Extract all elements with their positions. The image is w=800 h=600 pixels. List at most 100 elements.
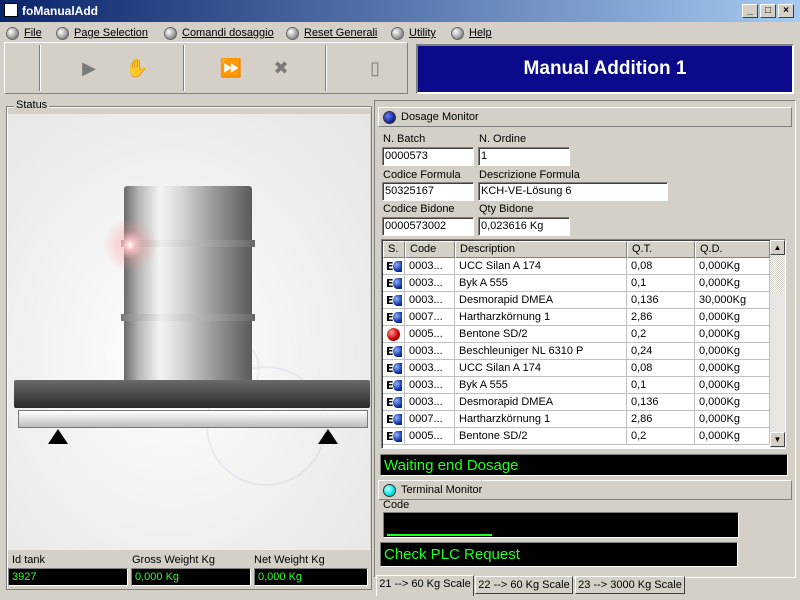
menu-file[interactable]: File — [6, 25, 42, 41]
column-header-qt[interactable]: Q.T. — [627, 241, 695, 258]
scale-beam — [18, 410, 368, 428]
row-description: Hartharzkörnung 1 — [455, 411, 627, 428]
row-qt: 0,136 — [627, 394, 695, 411]
table-row[interactable]: E 0003... Desmorapid DMEA 0,136 30,000Kg — [383, 292, 770, 309]
menu-reset-generali[interactable]: Reset Generali — [286, 25, 377, 41]
menu-bullet-icon — [164, 26, 177, 40]
tab-scale-21[interactable]: 21 --> 60 Kg Scale — [376, 575, 474, 596]
scroll-up-icon[interactable]: ▲ — [770, 240, 785, 255]
row-status-cell: E — [383, 394, 405, 411]
terminal-code-label: Code — [383, 499, 410, 511]
menu-help[interactable]: Help — [451, 25, 492, 41]
terminal-monitor-title: Terminal Monitor — [401, 484, 483, 496]
tab-scale-22[interactable]: 22 --> 60 Kg Scale — [475, 576, 573, 594]
formula-code-field[interactable]: 50325167 — [382, 182, 474, 201]
dosage-monitor-title: Dosage Monitor — [401, 111, 479, 123]
exit-door-icon[interactable]: ▯ — [361, 55, 389, 81]
fast-forward-icon[interactable]: ⏩ — [217, 55, 245, 81]
row-status-cell — [383, 326, 405, 343]
dosage-status-message: Waiting end Dosage — [380, 454, 788, 476]
menu-label: Reset Generali — [304, 27, 378, 39]
table-row[interactable]: E 0003... UCC Silan A 174 0,08 0,000Kg — [383, 258, 770, 275]
menu-comandi-dosaggio[interactable]: Comandi dosaggio — [164, 25, 274, 41]
scroll-track[interactable] — [770, 255, 785, 293]
tab-scale-23[interactable]: 23 --> 3000 Kg Scale — [575, 576, 685, 594]
row-qt: 0,136 — [627, 292, 695, 309]
row-description: Bentone SD/2 — [455, 326, 627, 343]
row-status-cell: E — [383, 377, 405, 394]
table-row[interactable]: E 0003... Byk A 555 0,1 0,000Kg — [383, 275, 770, 292]
menu-bullet-icon — [286, 26, 299, 40]
minimize-icon[interactable]: _ — [742, 4, 758, 18]
row-description: Desmorapid DMEA — [455, 394, 627, 411]
row-status-cell: E — [383, 428, 405, 445]
order-field[interactable]: 1 — [478, 147, 570, 166]
row-qd: 30,000Kg — [695, 292, 770, 309]
grid-scrollbar[interactable]: ▲ ▼ — [770, 240, 785, 448]
menu-utility[interactable]: Utility — [391, 25, 436, 41]
row-status-cell: E — [383, 360, 405, 377]
scale-platform — [14, 380, 370, 408]
row-qd: 0,000Kg — [695, 360, 770, 377]
hand-icon[interactable]: ✋ — [123, 55, 151, 81]
column-header-description[interactable]: Description — [455, 241, 627, 258]
row-qd: 0,000Kg — [695, 309, 770, 326]
dosage-monitor-header: Dosage Monitor — [378, 107, 792, 127]
row-qd: 0,000Kg — [695, 394, 770, 411]
gross-weight-label: Gross Weight Kg — [132, 554, 215, 566]
scroll-down-icon[interactable]: ▼ — [770, 432, 785, 447]
row-qd: 0,000Kg — [695, 377, 770, 394]
close-icon[interactable]: × — [778, 4, 794, 18]
row-qd: 0,000Kg — [695, 258, 770, 275]
table-row[interactable]: E 0003... Beschleuniger NL 6310 P 0,24 0,000… — [383, 343, 770, 360]
column-header-code[interactable]: Code — [405, 241, 455, 258]
row-qt: 0,1 — [627, 377, 695, 394]
formula-desc-label: Descrizione Formula — [479, 169, 580, 181]
gross-weight-value: 0,000 Kg — [131, 568, 251, 586]
table-row[interactable]: E 0007... Hartharzkörnung 1 2,86 0,000Kg — [383, 411, 770, 428]
cancel-x-icon[interactable]: ✖ — [267, 55, 295, 81]
row-qd: 0,000Kg — [695, 411, 770, 428]
formula-desc-field[interactable]: KCH-VE-Lösung 6 — [478, 182, 668, 201]
table-row[interactable]: E 0003... Desmorapid DMEA 0,136 0,000Kg — [383, 394, 770, 411]
table-row[interactable]: E 0005... Bentone SD/2 0,2 0,000Kg — [383, 428, 770, 445]
row-qt: 0,08 — [627, 360, 695, 377]
table-row[interactable]: E 0003... UCC Silan A 174 0,08 0,000Kg — [383, 360, 770, 377]
scale-foot-icon — [48, 429, 68, 444]
column-header-qd[interactable]: Q.D. — [695, 241, 770, 258]
window-titlebar[interactable]: foManualAdd _ □ × — [0, 0, 800, 22]
column-header-status[interactable]: S. — [383, 241, 405, 258]
e-blue-icon: E — [386, 311, 402, 324]
batch-field[interactable]: 0000573 — [382, 147, 474, 166]
maximize-icon[interactable]: □ — [760, 4, 776, 18]
row-description: UCC Silan A 174 — [455, 360, 627, 377]
lens-flare — [100, 220, 160, 270]
net-weight-value: 0,000 Kg — [254, 568, 368, 586]
terminal-message: Check PLC Request — [380, 542, 738, 567]
row-description: Beschleuniger NL 6310 P — [455, 343, 627, 360]
row-description: UCC Silan A 174 — [455, 258, 627, 275]
terminal-code-display — [383, 512, 739, 538]
table-row[interactable]: E 0007... Hartharzkörnung 1 2,86 0,000Kg — [383, 309, 770, 326]
table-row[interactable]: 0005... Bentone SD/2 0,2 0,000Kg — [383, 326, 770, 343]
e-blue-icon: E — [386, 396, 402, 409]
row-code: 0003... — [405, 258, 455, 275]
row-status-cell: E — [383, 275, 405, 292]
drum-code-label: Codice Bidone — [383, 203, 455, 215]
table-row[interactable]: E 0003... Byk A 555 0,1 0,000Kg — [383, 377, 770, 394]
e-blue-icon: E — [386, 430, 402, 443]
menu-bar: File Page Selection Comandi dosaggio Res… — [0, 22, 800, 42]
drum-qty-field[interactable]: 0,023616 Kg — [478, 217, 570, 236]
terminal-progress-bar — [387, 534, 492, 536]
row-description: Desmorapid DMEA — [455, 292, 627, 309]
play-icon[interactable]: ▶ — [75, 55, 103, 81]
dosage-grid[interactable]: S. Code Description Q.T. Q.D. E 0003... UC… — [381, 239, 786, 449]
menu-page-selection[interactable]: Page Selection — [56, 25, 148, 41]
row-qt: 0,1 — [627, 275, 695, 292]
app-icon — [4, 3, 18, 17]
drum-code-field[interactable]: 0000573002 — [382, 217, 474, 236]
row-qd: 0,000Kg — [695, 326, 770, 343]
menu-label: File — [24, 27, 42, 39]
e-blue-icon: E — [386, 260, 402, 273]
row-status-cell: E — [383, 343, 405, 360]
